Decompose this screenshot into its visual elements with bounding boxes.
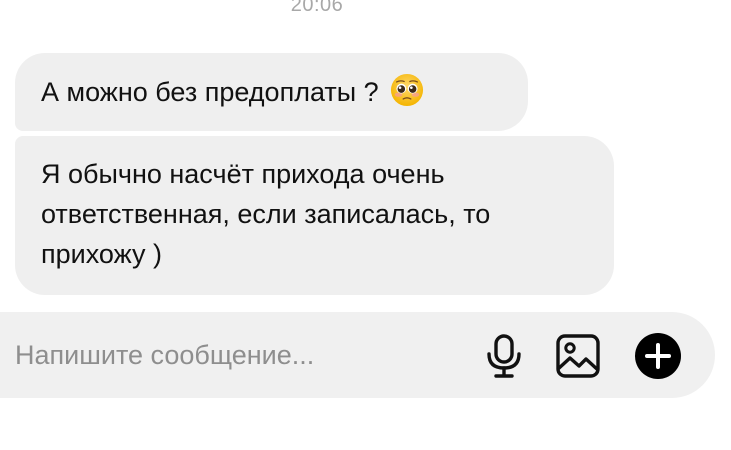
message-text: А можно без предоплаты ? — [41, 77, 379, 107]
message-timestamp: 20:06 — [290, 0, 344, 16]
message-text-line: Я обычно насчёт прихода очень — [41, 159, 445, 189]
message-composer — [0, 312, 715, 398]
gallery-icon[interactable] — [553, 331, 603, 381]
message-input[interactable] — [15, 335, 435, 375]
pleading-face-emoji — [391, 73, 424, 107]
incoming-message-bubble[interactable]: Я обычно насчёт прихода очень ответствен… — [15, 136, 614, 295]
microphone-icon[interactable] — [479, 331, 529, 381]
plus-circle-icon[interactable] — [633, 331, 683, 381]
incoming-message-bubble[interactable]: А можно без предоплаты ? — [15, 53, 528, 131]
chat-screen: 20:06 А можно без предоплаты ? Я обычно … — [0, 0, 731, 450]
message-text-line: ответственная, если записалась, то — [41, 199, 491, 229]
message-text-line: прихожу ) — [41, 239, 162, 269]
